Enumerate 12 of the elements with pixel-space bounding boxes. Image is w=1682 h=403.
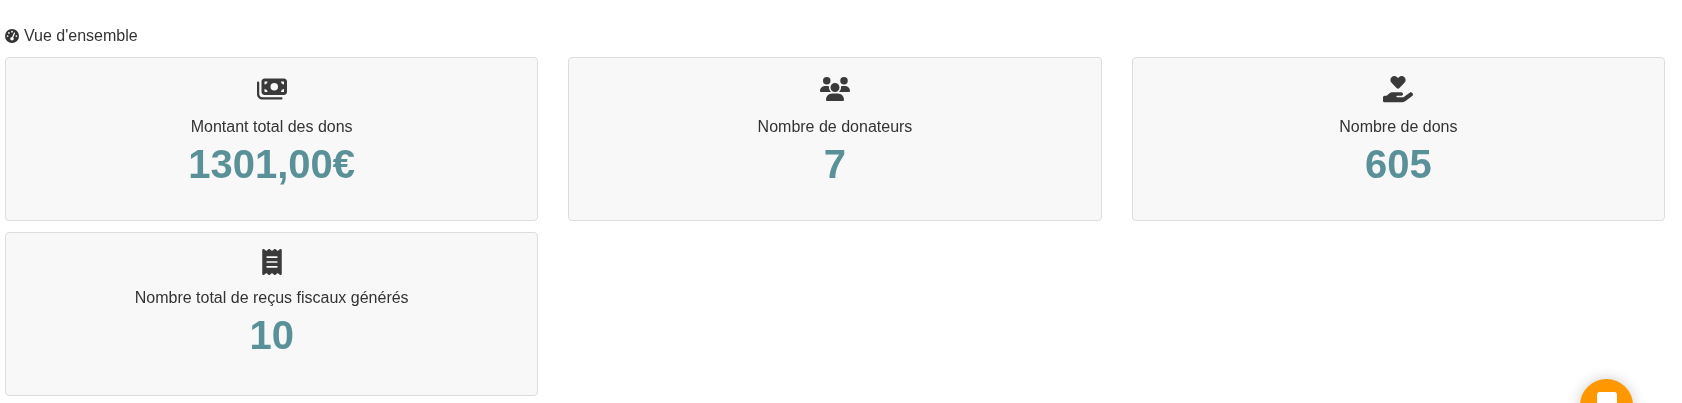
section-title: Vue d'ensemble xyxy=(24,27,138,45)
stat-label: Nombre de dons xyxy=(1339,118,1458,136)
stat-label: Nombre de donateurs xyxy=(757,118,913,136)
stat-value: 7 xyxy=(823,142,847,187)
hand-heart-icon xyxy=(1383,74,1414,104)
users-icon xyxy=(820,74,850,104)
stat-label: Montant total des dons xyxy=(190,118,353,136)
gauge-icon xyxy=(5,29,19,43)
stat-value: 605 xyxy=(1364,142,1432,187)
stat-label: Nombre total de reçus fiscaux générés xyxy=(134,289,409,307)
stat-value: 10 xyxy=(249,313,294,358)
stat-value: 1301,00€ xyxy=(188,142,356,187)
